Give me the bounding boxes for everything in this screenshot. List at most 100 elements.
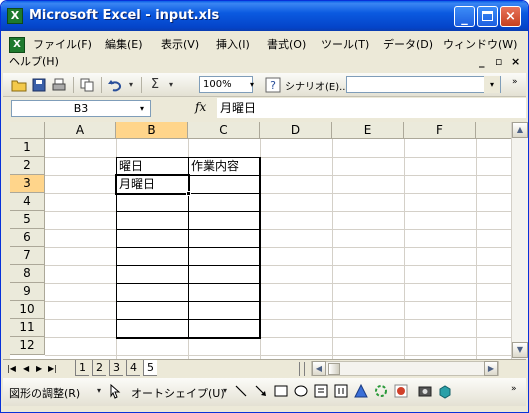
doc-close-button[interactable]: × xyxy=(511,55,520,68)
cell-c2[interactable]: 作業内容 xyxy=(189,158,259,175)
column-header-d[interactable]: D xyxy=(260,122,332,139)
gridline xyxy=(332,139,333,359)
prev-sheet-icon[interactable]: ◀ xyxy=(23,362,29,376)
sheet-tab-1[interactable]: 1 xyxy=(75,360,89,376)
maximize-icon xyxy=(482,11,493,21)
menu-edit[interactable]: 編集(E) xyxy=(105,36,143,54)
sheet-tab-2[interactable]: 2 xyxy=(92,360,106,376)
vertical-scrollbar[interactable]: ▲ ▼ xyxy=(511,122,528,359)
chevron-down-icon[interactable]: ▾ xyxy=(484,76,500,93)
first-sheet-icon[interactable]: |◀ xyxy=(7,362,16,376)
scenario-label: シナリオ(E)... xyxy=(285,82,349,93)
fill-color-icon[interactable] xyxy=(437,383,453,399)
copy-icon[interactable] xyxy=(79,77,95,93)
column-header-b[interactable]: B xyxy=(116,122,188,139)
excel-app-icon[interactable]: X xyxy=(7,8,23,24)
title-bar[interactable]: X Microsoft Excel - input.xls _ × xyxy=(1,1,528,31)
chevron-down-icon[interactable]: ▾ xyxy=(133,100,151,117)
text-box-icon[interactable] xyxy=(313,383,329,399)
menu-format[interactable]: 書式(O) xyxy=(267,36,306,54)
doc-restore-button[interactable]: ▫ xyxy=(495,55,502,68)
minimize-icon: _ xyxy=(461,11,468,26)
column-header-f[interactable]: F xyxy=(404,122,476,139)
autosum-dropdown-icon[interactable]: ▾ xyxy=(163,77,179,93)
menu-data[interactable]: データ(D) xyxy=(383,36,433,54)
row-header-3[interactable]: 3 xyxy=(10,175,45,193)
menu-window[interactable]: ウィンドウ(W) xyxy=(443,36,517,54)
scroll-down-icon[interactable]: ▼ xyxy=(512,342,528,358)
scroll-up-icon[interactable]: ▲ xyxy=(512,122,528,138)
sheet-tab-4[interactable]: 4 xyxy=(126,360,140,376)
oval-icon[interactable] xyxy=(293,383,309,399)
select-all-corner[interactable] xyxy=(10,122,45,139)
maximize-button[interactable] xyxy=(477,6,498,27)
doc-minimize-button[interactable]: _ xyxy=(479,55,485,68)
rectangle-icon[interactable] xyxy=(273,383,289,399)
row-header-7[interactable]: 7 xyxy=(10,247,45,265)
draw-menu-button[interactable]: 図形の調整(R) xyxy=(9,385,80,401)
workbook-icon[interactable]: X xyxy=(9,37,25,53)
chevron-down-icon[interactable]: ▾ xyxy=(217,383,233,399)
menu-view[interactable]: 表示(V) xyxy=(161,36,199,54)
row-header-4[interactable]: 4 xyxy=(10,193,45,211)
next-sheet-icon[interactable]: ▶ xyxy=(36,362,42,376)
print-icon[interactable] xyxy=(51,77,67,93)
chevron-down-icon[interactable]: ▾ xyxy=(91,383,107,399)
row-header-6[interactable]: 6 xyxy=(10,229,45,247)
row-header-10[interactable]: 10 xyxy=(10,301,45,319)
help-icon[interactable]: ? xyxy=(265,77,281,93)
toolbar-overflow-icon[interactable]: » xyxy=(512,77,518,87)
wordart-icon[interactable] xyxy=(353,383,369,399)
menu-file[interactable]: ファイル(F) xyxy=(33,36,92,54)
select-objects-icon[interactable] xyxy=(107,383,123,399)
clip-art-icon[interactable] xyxy=(393,383,409,399)
sheet-tab-5[interactable]: 5 xyxy=(143,360,157,376)
menu-tools[interactable]: ツール(T) xyxy=(321,36,369,54)
close-button[interactable]: × xyxy=(500,6,521,27)
horizontal-scroll-thumb[interactable] xyxy=(328,363,340,375)
row-header-9[interactable]: 9 xyxy=(10,283,45,301)
insert-function-icon[interactable]: fx xyxy=(195,100,206,114)
row-header-8[interactable]: 8 xyxy=(10,265,45,283)
undo-dropdown-icon[interactable]: ▾ xyxy=(123,77,139,93)
row-header-11[interactable]: 11 xyxy=(10,319,45,337)
open-folder-icon[interactable] xyxy=(11,77,27,93)
zoom-select[interactable]: 100% xyxy=(199,76,253,93)
column-header-e[interactable]: E xyxy=(332,122,404,139)
row-header-2[interactable]: 2 xyxy=(10,157,45,175)
row-header-1[interactable]: 1 xyxy=(10,139,45,157)
formula-input[interactable]: 月曜日 xyxy=(217,98,526,118)
gridline xyxy=(404,139,405,359)
close-icon: × xyxy=(505,9,516,24)
autosum-icon[interactable]: Σ xyxy=(147,77,163,93)
vertical-text-box-icon[interactable] xyxy=(333,383,349,399)
scroll-left-icon[interactable]: ◀ xyxy=(312,361,326,376)
save-icon[interactable] xyxy=(31,77,47,93)
diagram-icon[interactable] xyxy=(373,383,389,399)
scenario-select[interactable] xyxy=(346,76,501,93)
fill-handle[interactable] xyxy=(186,191,191,196)
autoshape-menu-button[interactable]: オートシェイプ(U) xyxy=(131,385,225,401)
sheet-tab-3[interactable]: 3 xyxy=(109,360,123,376)
drawing-toolbar-overflow-icon[interactable]: » xyxy=(511,384,517,394)
menu-insert[interactable]: 挿入(I) xyxy=(216,36,250,54)
column-header-c[interactable]: C xyxy=(188,122,260,139)
chevron-down-icon[interactable]: ▾ xyxy=(246,76,258,93)
horizontal-scrollbar[interactable]: ◀ ▶ xyxy=(311,361,499,376)
tab-split-handle[interactable] xyxy=(299,362,305,376)
undo-icon[interactable] xyxy=(107,77,123,93)
picture-icon[interactable] xyxy=(417,383,433,399)
worksheet-grid[interactable]: A B C D E F 1 2 3 4 5 6 7 8 9 10 11 12 曜… xyxy=(10,122,520,359)
minimize-button[interactable]: _ xyxy=(454,6,475,27)
menu-help[interactable]: ヘルプ(H) xyxy=(9,53,59,71)
name-box[interactable]: B3 xyxy=(11,100,151,117)
active-cell-outline xyxy=(115,174,190,195)
row-header-12[interactable]: 12 xyxy=(10,337,45,355)
row-header-5[interactable]: 5 xyxy=(10,211,45,229)
last-sheet-icon[interactable]: ▶| xyxy=(48,362,57,376)
column-header-a[interactable]: A xyxy=(45,122,116,139)
line-icon[interactable] xyxy=(233,383,249,399)
arrow-icon[interactable] xyxy=(253,383,269,399)
scroll-right-icon[interactable]: ▶ xyxy=(484,361,498,376)
cell-b2[interactable]: 曜日 xyxy=(117,158,187,175)
